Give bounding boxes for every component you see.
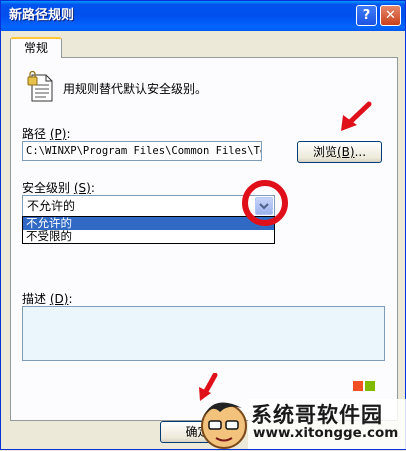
- tab-general-label: 常规: [23, 41, 48, 55]
- path-label: 路径 (P):: [22, 127, 71, 141]
- window-title: 新路径规则: [9, 8, 75, 23]
- path-input[interactable]: C:\WINXP\Program Files\Common Files\Ter: [22, 141, 262, 161]
- annotation-circle: [242, 180, 288, 226]
- help-icon: ?: [362, 8, 371, 23]
- help-button[interactable]: ?: [356, 5, 377, 26]
- security-level-dropdown: 不允许的 不受限的: [22, 216, 275, 244]
- security-level-value: 不允许的: [27, 199, 76, 213]
- browse-button[interactable]: 浏览(B)...: [297, 141, 382, 163]
- rule-document-icon: [27, 71, 53, 102]
- option-unrestricted[interactable]: 不受限的: [23, 230, 274, 243]
- description-field[interactable]: [22, 306, 385, 361]
- rule-description-text: 用规则替代默认安全级别。: [63, 82, 208, 96]
- new-path-rule-dialog: 新路径规则 ? ✕ 常规 用规则替代默认安全级别。 路径 (P): C:\WIN…: [0, 0, 406, 450]
- description-label: 描述 (D):: [22, 292, 73, 306]
- security-level-label: 安全级别 (S):: [22, 181, 95, 195]
- annotation-arrow-browse: [341, 101, 372, 131]
- tab-general[interactable]: 常规: [10, 37, 62, 58]
- title-bar: 新路径规则 ? ✕: [1, 1, 405, 31]
- close-button[interactable]: ✕: [380, 5, 401, 26]
- watermark-url: www.xitongge.com: [253, 425, 399, 441]
- close-icon: ✕: [385, 8, 396, 23]
- security-level-select[interactable]: 不允许的: [22, 195, 275, 217]
